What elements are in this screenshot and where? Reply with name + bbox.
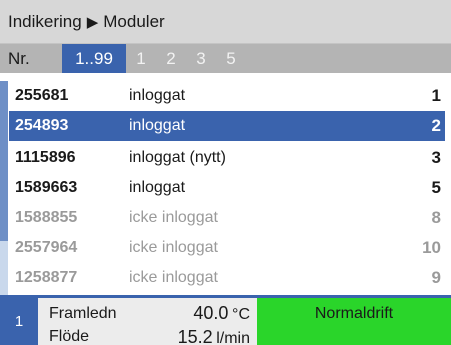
modules-screen: Indikering ▶ Moduler Nr. 1..99 1 2 3 5 2… [0, 0, 451, 345]
module-number: 1588855 [15, 209, 78, 226]
module-status: icke inloggat [129, 269, 218, 286]
module-status: icke inloggat [129, 239, 218, 256]
list-item[interactable]: 1258877 icke inloggat 9 [9, 263, 445, 293]
list-item[interactable]: 255681 inloggat 1 [9, 81, 445, 111]
tab-2[interactable]: 2 [156, 44, 186, 73]
module-status: inloggat [129, 179, 186, 196]
nr-label: Nr. [8, 48, 30, 68]
module-index: 5 [431, 178, 441, 197]
flow-value: 15.2 l/min [150, 327, 250, 345]
module-number: 254893 [15, 117, 69, 134]
supply-temp-number: 40.0 [193, 303, 229, 323]
module-status: inloggat [129, 117, 186, 134]
supply-temp-value: 40.0 °C [150, 303, 250, 324]
tab-bar: Nr. 1..99 1 2 3 5 [0, 44, 451, 73]
operation-mode-badge: Normaldrift [257, 298, 451, 345]
module-number: 1115896 [15, 149, 76, 166]
list-scrollbar[interactable] [0, 81, 8, 295]
tab-3[interactable]: 3 [186, 44, 216, 73]
flow-label: Flöde [49, 328, 90, 345]
circuit-number: 1 [0, 298, 38, 345]
module-index: 3 [431, 148, 441, 167]
list-item[interactable]: 2557964 icke inloggat 10 [9, 233, 445, 263]
module-status: icke inloggat [129, 209, 218, 226]
scrollbar-thumb[interactable] [0, 81, 8, 241]
module-index: 2 [431, 116, 441, 135]
breadcrumb-moduler: Moduler [103, 11, 165, 31]
list-item[interactable]: 1588855 icke inloggat 8 [9, 203, 445, 233]
list-item[interactable]: 1589663 inloggat 5 [9, 173, 445, 203]
list-item-selected[interactable]: 254893 inloggat 2 [9, 111, 445, 141]
supply-temp-unit: °C [232, 306, 250, 323]
module-number: 1589663 [15, 179, 78, 196]
flow-unit: l/min [216, 330, 250, 345]
module-index: 8 [431, 208, 441, 227]
list-item[interactable]: 1115896 inloggat (nytt) 3 [9, 143, 445, 173]
module-list: 255681 inloggat 1 254893 inloggat 2 1115… [0, 73, 451, 295]
breadcrumb-arrow-icon: ▶ [86, 13, 99, 31]
module-index: 9 [431, 268, 441, 287]
module-index: 10 [422, 238, 441, 257]
module-status: inloggat [129, 87, 186, 104]
module-index: 1 [431, 86, 441, 105]
tab-5[interactable]: 5 [216, 44, 246, 73]
tab-1[interactable]: 1 [126, 44, 156, 73]
module-status: inloggat (nytt) [129, 149, 226, 166]
supply-temp-label: Framledn [49, 305, 117, 322]
flow-number: 15.2 [177, 327, 213, 345]
status-footer: 1 Framledn Flöde 40.0 °C 15.2 l/min Norm… [0, 295, 451, 345]
breadcrumb-indikering[interactable]: Indikering [8, 12, 82, 32]
breadcrumb: Indikering ▶ Moduler [0, 0, 451, 44]
module-number: 1258877 [15, 269, 78, 286]
module-number: 255681 [15, 87, 69, 104]
module-number: 2557964 [15, 239, 78, 256]
tab-all[interactable]: 1..99 [62, 44, 126, 73]
